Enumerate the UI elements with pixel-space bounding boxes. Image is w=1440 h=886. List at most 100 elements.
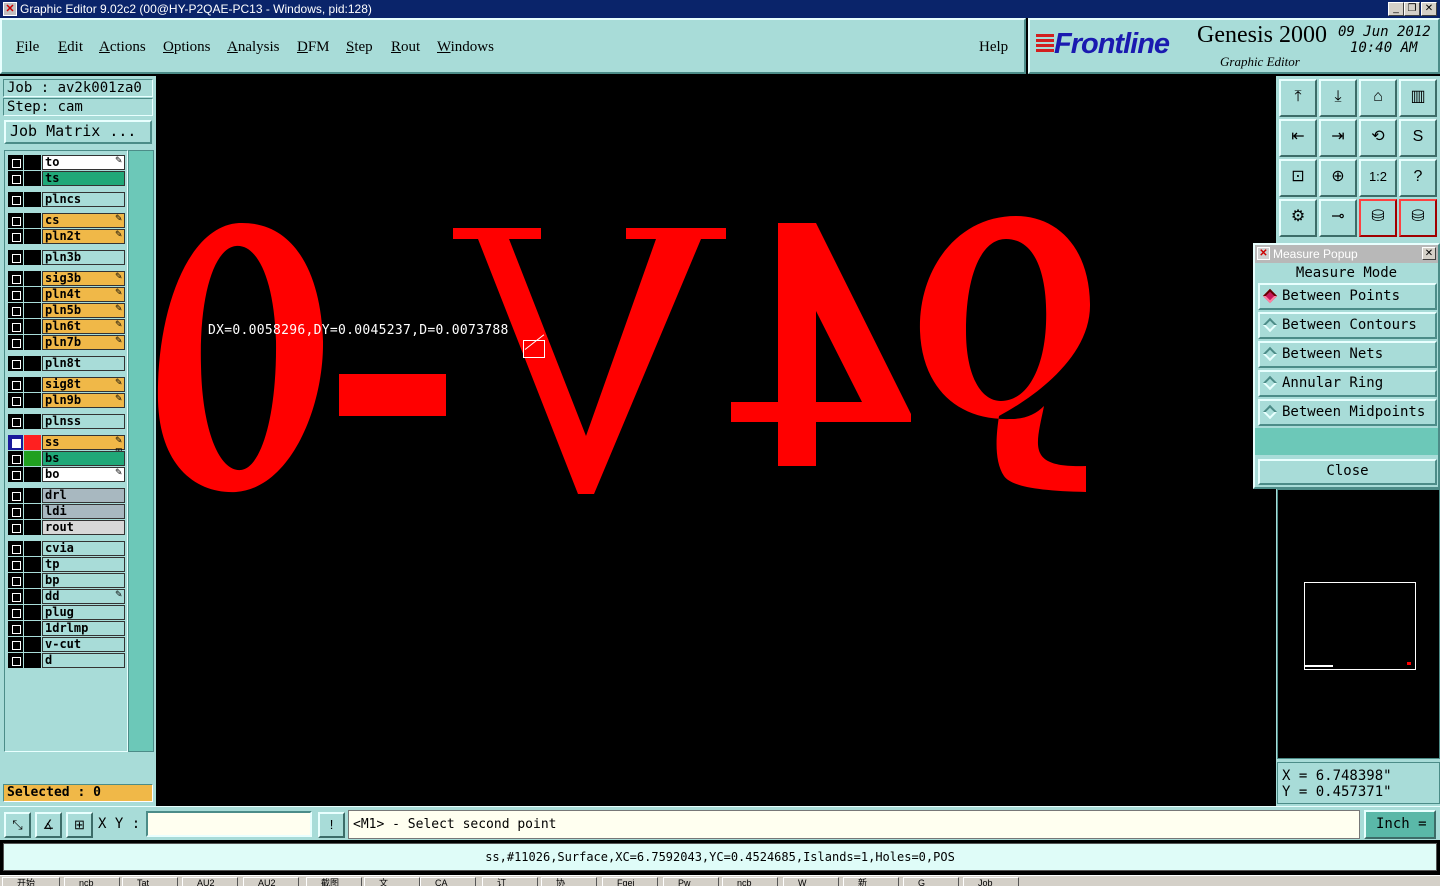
taskbar-item[interactable]: AU2 (182, 877, 238, 886)
info-icon[interactable]: ! (318, 812, 345, 838)
layer-name[interactable]: bp (42, 573, 125, 588)
layer-checkbox[interactable] (8, 171, 23, 186)
layer-name[interactable]: d (42, 653, 125, 668)
layer-row-bo[interactable]: bo ✎ (7, 467, 125, 482)
zoom-down-icon[interactable]: ⤓ (1319, 79, 1357, 117)
radio-diamond-icon[interactable] (1262, 346, 1278, 362)
menu-help[interactable]: Help (979, 39, 1008, 56)
layer-color-swatch[interactable] (24, 213, 41, 228)
layer-row-v-cut[interactable]: v-cut (7, 637, 125, 652)
layer-checkbox[interactable] (8, 229, 23, 244)
layer-name[interactable]: ts (42, 171, 125, 186)
layer-row-rout[interactable]: rout (7, 520, 125, 535)
radio-diamond-icon[interactable] (1262, 317, 1278, 333)
netlist-icon[interactable]: ⛁ (1359, 199, 1397, 237)
layer-checkbox[interactable] (8, 467, 23, 482)
layer-name[interactable]: dd (42, 589, 125, 604)
graphic-canvas[interactable]: DX=0.0058296,DY=0.0045237,D=0.0073788 (156, 76, 1276, 806)
layer-name[interactable]: pln3b (42, 250, 125, 265)
layer-checkbox[interactable] (8, 637, 23, 652)
taskbar-item[interactable]: Tat (122, 877, 178, 886)
undo-icon[interactable]: ⟲ (1359, 119, 1397, 157)
zoom-fit-icon[interactable]: ⊡ (1279, 159, 1317, 197)
taskbar-item[interactable]: Job (963, 877, 1019, 886)
window-icon[interactable]: ▥ (1399, 79, 1437, 117)
layer-name[interactable]: pln2t (42, 229, 125, 244)
layer-color-swatch[interactable] (24, 573, 41, 588)
layer-row-pln9b[interactable]: pln9b ✎ (7, 393, 125, 408)
layer-checkbox[interactable] (8, 271, 23, 286)
menu-options[interactable]: Options (163, 39, 211, 56)
layer-color-swatch[interactable] (24, 637, 41, 652)
layer-color-swatch[interactable] (24, 319, 41, 334)
layer-checkbox[interactable] (8, 303, 23, 318)
layer-row-sig3b[interactable]: sig3b ✎ (7, 271, 125, 286)
layer-checkbox[interactable] (8, 319, 23, 334)
menu-file[interactable]: File (16, 39, 39, 56)
layer-color-swatch[interactable] (24, 250, 41, 265)
layer-row-plncs[interactable]: plncs (7, 192, 125, 207)
layer-name[interactable]: tp (42, 557, 125, 572)
popup-close-icon[interactable]: ✕ (1422, 247, 1436, 260)
layer-checkbox[interactable] (8, 520, 23, 535)
layer-color-swatch[interactable] (24, 504, 41, 519)
layer-name[interactable]: pln9b (42, 393, 125, 408)
layer-checkbox[interactable] (8, 213, 23, 228)
menu-dfm[interactable]: DFM (297, 39, 330, 56)
layer-color-swatch[interactable] (24, 229, 41, 244)
layer-color-swatch[interactable] (24, 451, 41, 466)
measure-option-between-contours[interactable]: Between Contours (1258, 312, 1437, 339)
layer-row-cs[interactable]: cs ✎ (7, 213, 125, 228)
layer-row-plnss[interactable]: plnss (7, 414, 125, 429)
netlist-compare-icon[interactable]: ⛁ (1399, 199, 1437, 237)
radio-diamond-icon[interactable] (1262, 288, 1278, 304)
layer-checkbox[interactable] (8, 335, 23, 350)
layer-name[interactable]: pln6t (42, 319, 125, 334)
menu-step[interactable]: Step (346, 39, 373, 56)
layer-name[interactable]: pln4t (42, 287, 125, 302)
layer-name[interactable]: to (42, 155, 125, 170)
tools-icon[interactable]: ⚙ (1279, 199, 1317, 237)
pan-left-icon[interactable]: ⇤ (1279, 119, 1317, 157)
layer-row-pln6t[interactable]: pln6t ✎ (7, 319, 125, 334)
layer-name[interactable]: pln8t (42, 356, 125, 371)
job-matrix-button[interactable]: Job Matrix ... (4, 120, 152, 144)
layer-row-tp[interactable]: tp (7, 557, 125, 572)
layer-checkbox[interactable] (8, 192, 23, 207)
layer-color-swatch[interactable] (24, 377, 41, 392)
layer-color-swatch[interactable] (24, 393, 41, 408)
layer-color-swatch[interactable] (24, 171, 41, 186)
menu-analysis[interactable]: Analysis (227, 39, 280, 56)
unit-selector[interactable]: Inch = (1364, 810, 1436, 839)
layer-name[interactable]: drl (42, 488, 125, 503)
start-button[interactable]: 开始 (2, 877, 60, 886)
layer-checkbox[interactable] (8, 573, 23, 588)
layer-row-ss[interactable]: ss✎ ⊞ (7, 435, 125, 456)
measure-option-between-nets[interactable]: Between Nets (1258, 341, 1437, 368)
layer-row-plug[interactable]: plug (7, 605, 125, 620)
layer-checkbox[interactable] (8, 287, 23, 302)
layer-checkbox[interactable] (8, 541, 23, 556)
layer-checkbox[interactable] (8, 488, 23, 503)
layer-checkbox[interactable] (8, 393, 23, 408)
layer-row-pln7b[interactable]: pln7b ✎ (7, 335, 125, 350)
measure-option-between-midpoints[interactable]: Between Midpoints (1258, 399, 1437, 426)
layer-name[interactable]: plnss (42, 414, 125, 429)
taskbar-item[interactable]: W (783, 877, 839, 886)
menu-rout[interactable]: Rout (391, 39, 420, 56)
xy-input[interactable] (146, 811, 312, 837)
layer-checkbox[interactable] (8, 435, 23, 450)
layer-row-drl[interactable]: drl (7, 488, 125, 503)
layer-row-ldi[interactable]: ldi (7, 504, 125, 519)
layer-checkbox[interactable] (8, 356, 23, 371)
layer-name[interactable]: sig8t (42, 377, 125, 392)
taskbar-item[interactable]: 截图 (306, 877, 362, 886)
home-icon[interactable]: ⌂ (1359, 79, 1397, 117)
layer-color-swatch[interactable] (24, 541, 41, 556)
layer-row-pln8t[interactable]: pln8t (7, 356, 125, 371)
snap-icon[interactable]: S (1399, 119, 1437, 157)
layer-row-ts[interactable]: ts (7, 171, 125, 186)
layer-checkbox[interactable] (8, 653, 23, 668)
layer-color-swatch[interactable] (24, 414, 41, 429)
measure-popup-titlebar[interactable]: ✕ Measure Popup ✕ (1255, 245, 1438, 263)
